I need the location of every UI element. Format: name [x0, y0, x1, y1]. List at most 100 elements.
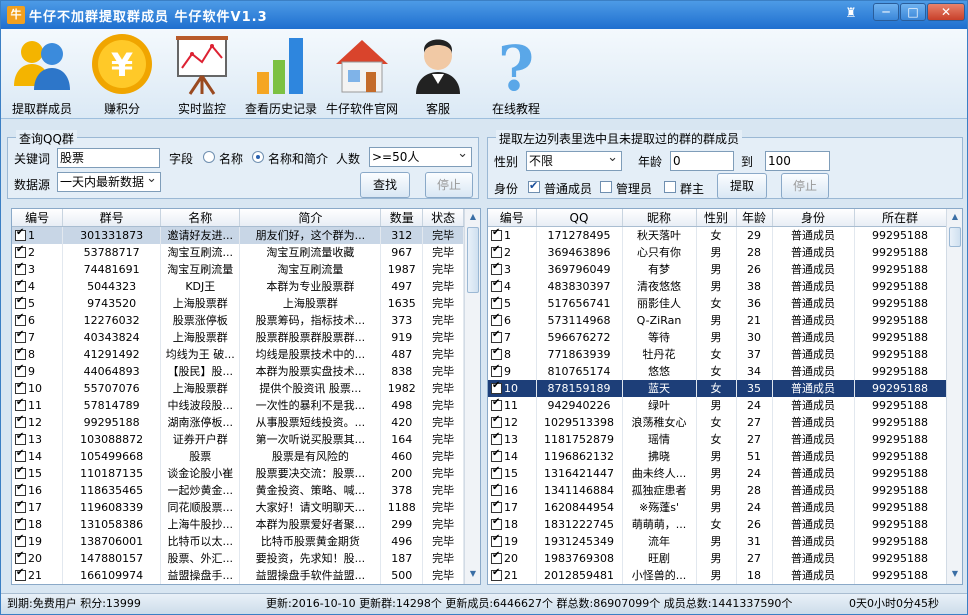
- table-row[interactable]: 20 1983769308旺剧男27普通成员99295188: [488, 549, 947, 567]
- role-admin-checkbox[interactable]: [600, 181, 612, 193]
- scroll-thumb[interactable]: [467, 227, 479, 293]
- table-row[interactable]: 19 138706001比特币以太...比特币股票黄金期货496完毕: [12, 532, 464, 550]
- table-row[interactable]: 21 166109974益盟操盘手...益盟操盘手软件益盟...500完毕: [12, 566, 464, 584]
- row-checkbox[interactable]: [15, 346, 26, 360]
- column-header[interactable]: 所在群: [854, 209, 947, 227]
- row-checkbox[interactable]: [15, 414, 26, 428]
- table-row[interactable]: 11 942940226绿叶男24普通成员99295188: [488, 396, 947, 414]
- row-checkbox[interactable]: [491, 414, 502, 428]
- table-row[interactable]: 20 147880157股票、外汇...要投资，先求知！股...187完毕: [12, 549, 464, 567]
- toolbar-website[interactable]: 牛仔软件官网: [322, 31, 402, 117]
- row-checkbox[interactable]: [15, 499, 26, 513]
- row-checkbox[interactable]: [491, 295, 502, 309]
- row-checkbox[interactable]: [491, 516, 502, 530]
- gender-select[interactable]: 不限: [526, 151, 622, 171]
- row-checkbox[interactable]: [15, 261, 26, 275]
- row-checkbox[interactable]: [491, 499, 502, 513]
- radio-name-intro[interactable]: [252, 151, 264, 163]
- table-row[interactable]: 18 131058386上海牛股抄...本群为股票爱好者聚...299完毕: [12, 515, 464, 533]
- extract-stop-button[interactable]: 停止: [781, 173, 829, 199]
- table-row[interactable]: 374481691淘宝互刷流量淘宝互刷流量1987完毕: [12, 260, 464, 278]
- row-checkbox[interactable]: [491, 533, 502, 547]
- toolbar-realtime-monitor[interactable]: 实时监控: [169, 31, 235, 117]
- row-checkbox[interactable]: [15, 550, 26, 564]
- row-checkbox[interactable]: [15, 397, 26, 411]
- row-checkbox[interactable]: [491, 380, 502, 394]
- minimize-button[interactable]: ─: [873, 3, 899, 21]
- column-header[interactable]: 数量: [380, 209, 424, 227]
- column-header[interactable]: 名称: [160, 209, 241, 227]
- row-checkbox[interactable]: [15, 380, 26, 394]
- table-row[interactable]: 21 2012859481小怪兽的...男18普通成员99295188: [488, 566, 947, 584]
- scroll-up-icon[interactable]: ▲: [466, 210, 480, 224]
- row-checkbox[interactable]: [491, 397, 502, 411]
- toolbar-history[interactable]: 查看历史记录: [241, 31, 321, 117]
- query-stop-button[interactable]: 停止: [425, 172, 473, 198]
- table-row[interactable]: 6 573114968Q-ZiRan男21普通成员99295188: [488, 311, 947, 329]
- row-checkbox[interactable]: [491, 346, 502, 360]
- row-checkbox[interactable]: [15, 465, 26, 479]
- table-row[interactable]: 13 1181752879瑶情女27普通成员99295188: [488, 430, 947, 448]
- table-row[interactable]: 9 810765174悠悠女34普通成员99295188: [488, 362, 947, 380]
- row-checkbox[interactable]: [15, 363, 26, 377]
- keyword-input[interactable]: 股票: [57, 148, 160, 168]
- row-checkbox[interactable]: [491, 567, 502, 581]
- column-header[interactable]: 性别: [696, 209, 737, 227]
- column-header[interactable]: 昵称: [622, 209, 697, 227]
- table-row[interactable]: 14 105499668股票股票是有风险的460完毕: [12, 447, 464, 465]
- age-from-input[interactable]: 0: [670, 151, 734, 171]
- table-row[interactable]: 11 57814789中线波段股...一次性的暴利不是我...498完毕: [12, 396, 464, 414]
- table-row[interactable]: 16 118635465一起炒黄金...黄金投资、策略、喊...378完毕: [12, 481, 464, 499]
- role-owner-checkbox[interactable]: [664, 181, 676, 193]
- row-checkbox[interactable]: [491, 261, 502, 275]
- row-checkbox[interactable]: [15, 329, 26, 343]
- table-row[interactable]: 5 517656741丽影佳人女36普通成员99295188: [488, 294, 947, 312]
- table-row[interactable]: 10 55707076上海股票群提供个股资讯 股票...1982完毕: [12, 379, 464, 397]
- scroll-thumb[interactable]: [949, 227, 961, 247]
- row-checkbox[interactable]: [491, 482, 502, 496]
- table-row[interactable]: 12 99295188湖南涨停板...从事股票短线投资。...420完毕: [12, 413, 464, 431]
- row-checkbox[interactable]: [491, 244, 502, 258]
- close-button[interactable]: ✕: [927, 3, 965, 21]
- row-checkbox[interactable]: [15, 533, 26, 547]
- row-checkbox[interactable]: [491, 465, 502, 479]
- table-row[interactable]: 8 771863939牡丹花女37普通成员99295188: [488, 345, 947, 363]
- skin-icon[interactable]: ♜: [843, 6, 859, 24]
- table-row[interactable]: 10 878159189蓝天女35普通成员99295188: [488, 379, 947, 397]
- members-table-scrollbar[interactable]: ▲ ▼: [946, 209, 962, 584]
- table-row[interactable]: 59743520上海股票群上海股票群1635完毕: [12, 294, 464, 312]
- row-checkbox[interactable]: [491, 329, 502, 343]
- row-checkbox[interactable]: [491, 278, 502, 292]
- scroll-down-icon[interactable]: ▼: [466, 567, 480, 581]
- table-row[interactable]: 17 119608339同花顺股票...大家好！请文明聊天...1188完毕: [12, 498, 464, 516]
- age-to-input[interactable]: 100: [765, 151, 830, 171]
- column-header[interactable]: QQ: [536, 209, 623, 227]
- table-row[interactable]: 15 110187135谈金论股小崔股票要决交流：股票...200完毕: [12, 464, 464, 482]
- toolbar-customer-service[interactable]: 客服: [405, 31, 471, 117]
- toolbar-online-tutorial[interactable]: ? 在线教程: [483, 31, 549, 117]
- table-row[interactable]: 12 1029513398浪荡稚女心女27普通成员99295188: [488, 413, 947, 431]
- column-header[interactable]: 年龄: [736, 209, 773, 227]
- row-checkbox[interactable]: [15, 312, 26, 326]
- column-header[interactable]: 身份: [772, 209, 855, 227]
- table-row[interactable]: 7 40343824上海股票群股票群股票群股票群...919完毕: [12, 328, 464, 346]
- column-header[interactable]: 群号: [62, 209, 162, 227]
- role-normal-checkbox[interactable]: [528, 179, 540, 193]
- table-row[interactable]: 2 369463896心只有你男28普通成员99295188: [488, 243, 947, 261]
- row-checkbox[interactable]: [491, 312, 502, 326]
- scroll-down-icon[interactable]: ▼: [948, 567, 962, 581]
- row-checkbox[interactable]: [15, 278, 26, 292]
- table-row[interactable]: 3 369796049有梦男26普通成员99295188: [488, 260, 947, 278]
- search-button[interactable]: 查找: [360, 172, 410, 198]
- column-header[interactable]: 编号: [488, 209, 537, 227]
- row-checkbox[interactable]: [491, 431, 502, 445]
- scroll-up-icon[interactable]: ▲: [948, 210, 962, 224]
- extract-button[interactable]: 提取: [717, 173, 767, 199]
- column-header[interactable]: 简介: [239, 209, 382, 227]
- table-row[interactable]: 9 44064893【股民】股...本群为股票实盘技术...838完毕: [12, 362, 464, 380]
- table-row[interactable]: 4 5044323KDJ王本群为专业股票群497完毕: [12, 277, 464, 295]
- people-select[interactable]: >=50人: [369, 147, 472, 167]
- row-checkbox[interactable]: [15, 448, 26, 462]
- table-row[interactable]: 13 103088872证券开户群第一次听说买股票其...164完毕: [12, 430, 464, 448]
- row-checkbox[interactable]: [15, 295, 26, 309]
